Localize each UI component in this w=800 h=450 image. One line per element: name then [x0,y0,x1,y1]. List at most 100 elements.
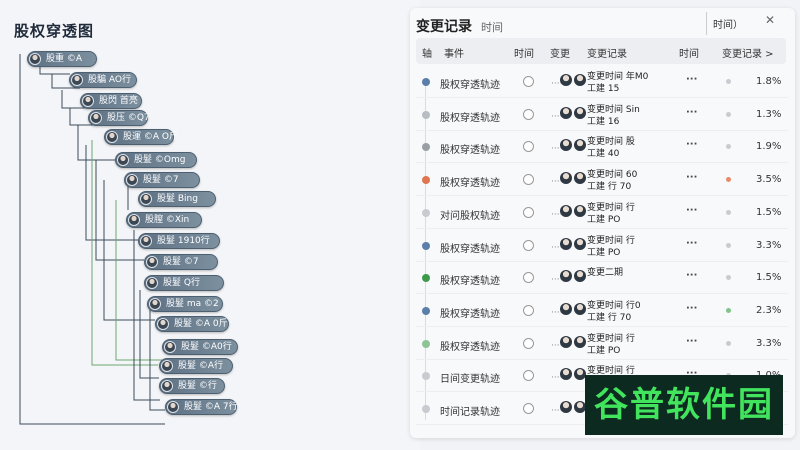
tree-node[interactable]: 股閃 首亮 [80,93,142,109]
select-radio[interactable] [523,403,534,414]
tree-node[interactable]: 股髮 ©行 [159,378,225,394]
col-record: 变更记录 [587,49,627,60]
avatar [574,204,586,217]
more-icon[interactable]: ··· [686,336,697,347]
avatar [90,112,102,124]
avatar [560,139,572,152]
tree-node[interactable]: 股騙 AO行 [69,72,137,88]
change-percent: 1.8% [756,76,782,87]
table-row[interactable]: 股权穿透轨迹 ···· 变更时间 行工建 PO ··· 3.3% [416,328,788,360]
tree-node[interactable]: 股髮 ©A 0斤 [155,316,229,332]
more-icon[interactable]: ··· [686,205,697,216]
tree-node-label: 股髮 ma ©2 [166,299,219,309]
col-axis: 轴 [422,49,432,60]
status-dot [726,144,731,150]
record-line-2: 工建 PO [587,345,621,356]
more-icon[interactable]: ··· [686,74,697,85]
more-icon[interactable]: ··· [686,270,697,281]
tree-node[interactable]: 股髮 ©A行 [159,358,233,374]
tree-node-label: 股運 ©A O斤 [123,132,178,142]
panel-subtitle: 时间 [481,21,503,34]
select-radio[interactable] [523,304,534,316]
ownership-tree-panel: 股权穿透图 股重 ©A 股騙 AO行 股閃 首亮 股压 ©Q7 股運 ©A O斤 股髮 ©… [0,0,420,450]
tree-node-label: 股髮 ©行 [178,381,217,391]
col-event: 事件 [444,49,464,60]
tree-node-label: 股髮 ©7 [143,175,179,185]
avatar [574,335,586,348]
record-line-2: 工建 行 70 [587,182,632,193]
tree-node[interactable]: 股髮 ©Omg [115,152,197,168]
table-row[interactable]: 对问股权轨迹 ···· 变更时间 行工建 PO ··· 1.5% [416,197,788,229]
tree-node[interactable]: 股髮 ma ©2 [147,296,223,312]
col-record-more[interactable]: 变更记录 > [722,45,774,60]
table-row[interactable]: 股权穿透轨迹 ···· 变更时间 60 工建 行 70 ··· 3.5% [416,164,788,197]
select-radio[interactable] [523,239,534,251]
more-icon[interactable]: ··· [686,107,697,118]
avatar [574,237,586,250]
tree-node[interactable]: 股髮 ©A0行 [162,339,238,355]
tree-node-label: 股閃 首亮 [99,96,138,106]
col-time-2: 时间 [679,49,699,60]
avatar [161,360,173,372]
tree-node[interactable]: 股压 ©Q7 [88,110,150,126]
select-radio[interactable] [523,141,534,153]
change-percent: 1.5% [756,206,782,218]
more-icon[interactable]: ··· [686,303,697,314]
change-percent: 3.5% [756,174,782,186]
tree-node[interactable]: 股髮 Q行 [144,275,224,291]
event-label: 股权穿透轨迹 [440,178,500,190]
change-percent: 1.3% [756,108,782,120]
tree-node[interactable]: 股髮 1910行 [138,233,220,249]
tree-node[interactable]: 股髮 Bing [138,191,216,207]
tree-node[interactable]: 股髮 ©A 7行 [165,399,238,415]
avatar [146,256,158,268]
table-row[interactable]: 股权穿透轨迹 ···· 变更时间 股工建 40 ··· 1.9% [416,131,788,164]
avatar [574,74,586,86]
avatar [149,298,161,310]
avatar [167,401,179,413]
table-row[interactable]: 股权穿透轨迹 ···· 变更时间 行工建 PO ··· 3.3% [416,230,788,262]
tree-node[interactable]: 股髮 ©7 [144,254,218,270]
avatar [29,53,41,65]
change-percent: 1.9% [756,141,782,153]
record-line-2: 工建 16 [587,116,620,127]
table-row[interactable]: 股权穿透轨迹 ···· 变更时间 年M0 工建 15 ··· 1.8% [416,66,788,98]
table-row[interactable]: 股权穿透轨迹 ···· 变更时间 行0 工建 行 70 ··· 2.3% [416,295,788,327]
table-row[interactable]: 股权穿透轨迹 ···· 变更二期 ··· 1.5% [416,262,788,295]
event-label: 股权穿透轨迹 [440,80,500,91]
event-label: 时间记录轨迹 [440,407,500,418]
tree-node-label: 股髮 ©A行 [178,361,224,371]
select-radio[interactable] [523,206,534,218]
timeline-marker [422,241,430,250]
select-radio[interactable] [523,174,534,186]
event-label: 股权穿透轨迹 [440,112,500,124]
table-row[interactable]: 股权穿透轨迹 ···· 变更时间 Sin 工建 16 ··· 1.3% [416,99,788,131]
avatar [560,106,572,119]
col-time: 时间 [514,49,534,60]
tree-node[interactable]: 股運 ©A O斤 [104,129,178,145]
timeline-marker [422,143,430,152]
select-radio[interactable] [523,108,534,120]
time-filter[interactable]: 时间） [706,12,749,35]
more-icon[interactable]: ··· [686,172,697,183]
select-radio[interactable] [523,76,534,87]
tree-node-label: 股髮 1910行 [157,236,210,246]
timeline-marker [422,339,430,348]
select-radio[interactable] [523,272,534,284]
more-icon[interactable]: ··· [686,238,697,249]
avatar [164,341,176,353]
select-radio[interactable] [523,337,534,349]
tree-node[interactable]: 股髮 ©7 [124,172,200,188]
close-icon[interactable]: ✕ [765,13,775,27]
select-radio[interactable] [523,370,534,382]
tree-node-label: 股髮 Bing [157,194,198,204]
tree-node[interactable]: 股重 ©A [27,51,97,67]
more-icon[interactable]: ··· [686,139,697,150]
tree-node[interactable]: 股膣 ©Xin [126,212,202,228]
watermark-logo: 谷普软件园 [585,375,783,435]
tree-node-label: 股重 ©A [46,54,83,64]
change-percent: 2.3% [756,304,782,316]
timeline-marker [422,274,430,283]
avatar [106,131,118,143]
avatar [71,74,83,86]
